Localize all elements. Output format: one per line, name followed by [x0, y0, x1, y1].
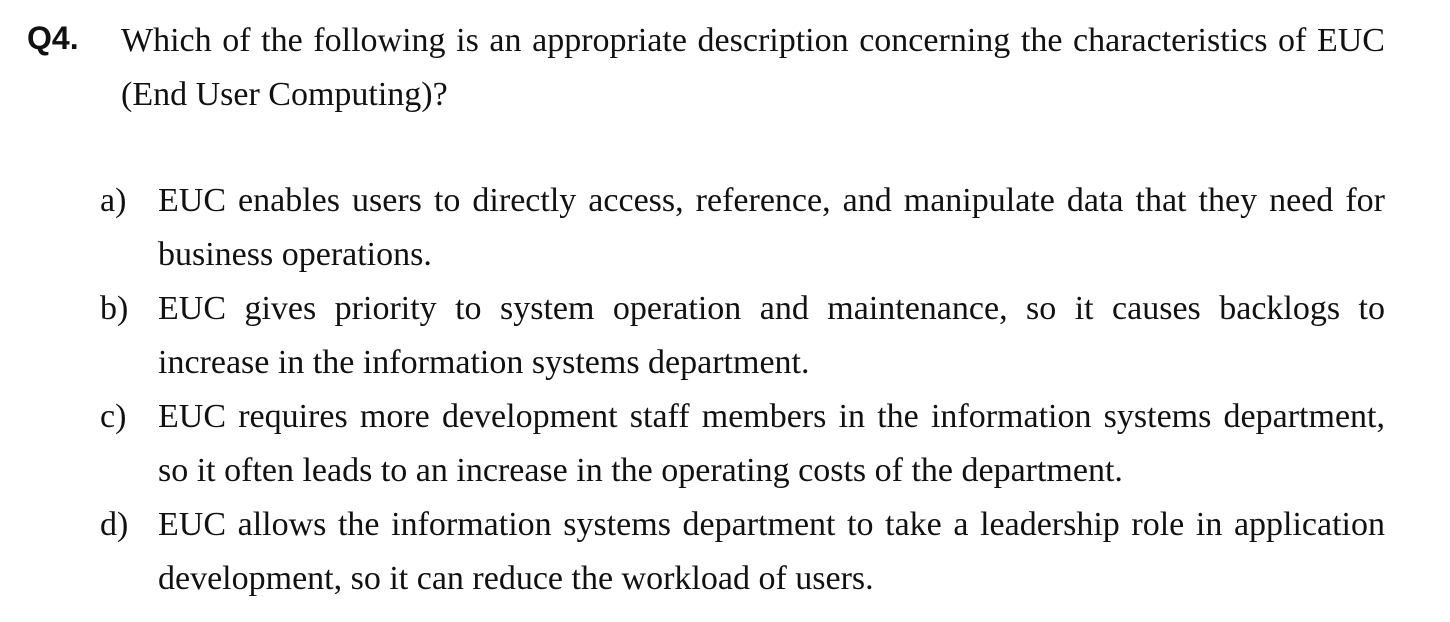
option-b-letter: b): [100, 290, 129, 327]
question-stem: Which of the following is an appropriate…: [121, 22, 1385, 113]
option-d-text: EUC allows the information systems depar…: [158, 506, 1385, 597]
option-c-letter: c): [100, 398, 127, 435]
option-c-text: EUC requires more development staff memb…: [158, 398, 1385, 489]
option-a: a) EUC enables users to directly access,…: [100, 174, 1385, 282]
option-a-letter: a): [100, 182, 127, 219]
option-c: c) EUC requires more development staff m…: [100, 390, 1385, 498]
option-d: d) EUC allows the information systems de…: [100, 498, 1385, 606]
answer-options-list: a) EUC enables users to directly access,…: [100, 174, 1385, 606]
option-b-text: EUC gives priority to system operation a…: [158, 290, 1385, 381]
option-d-letter: d): [100, 506, 129, 543]
option-b: b) EUC gives priority to system operatio…: [100, 282, 1385, 390]
question-number: Q4.: [27, 20, 79, 56]
option-a-text: EUC enables users to directly access, re…: [158, 182, 1385, 273]
